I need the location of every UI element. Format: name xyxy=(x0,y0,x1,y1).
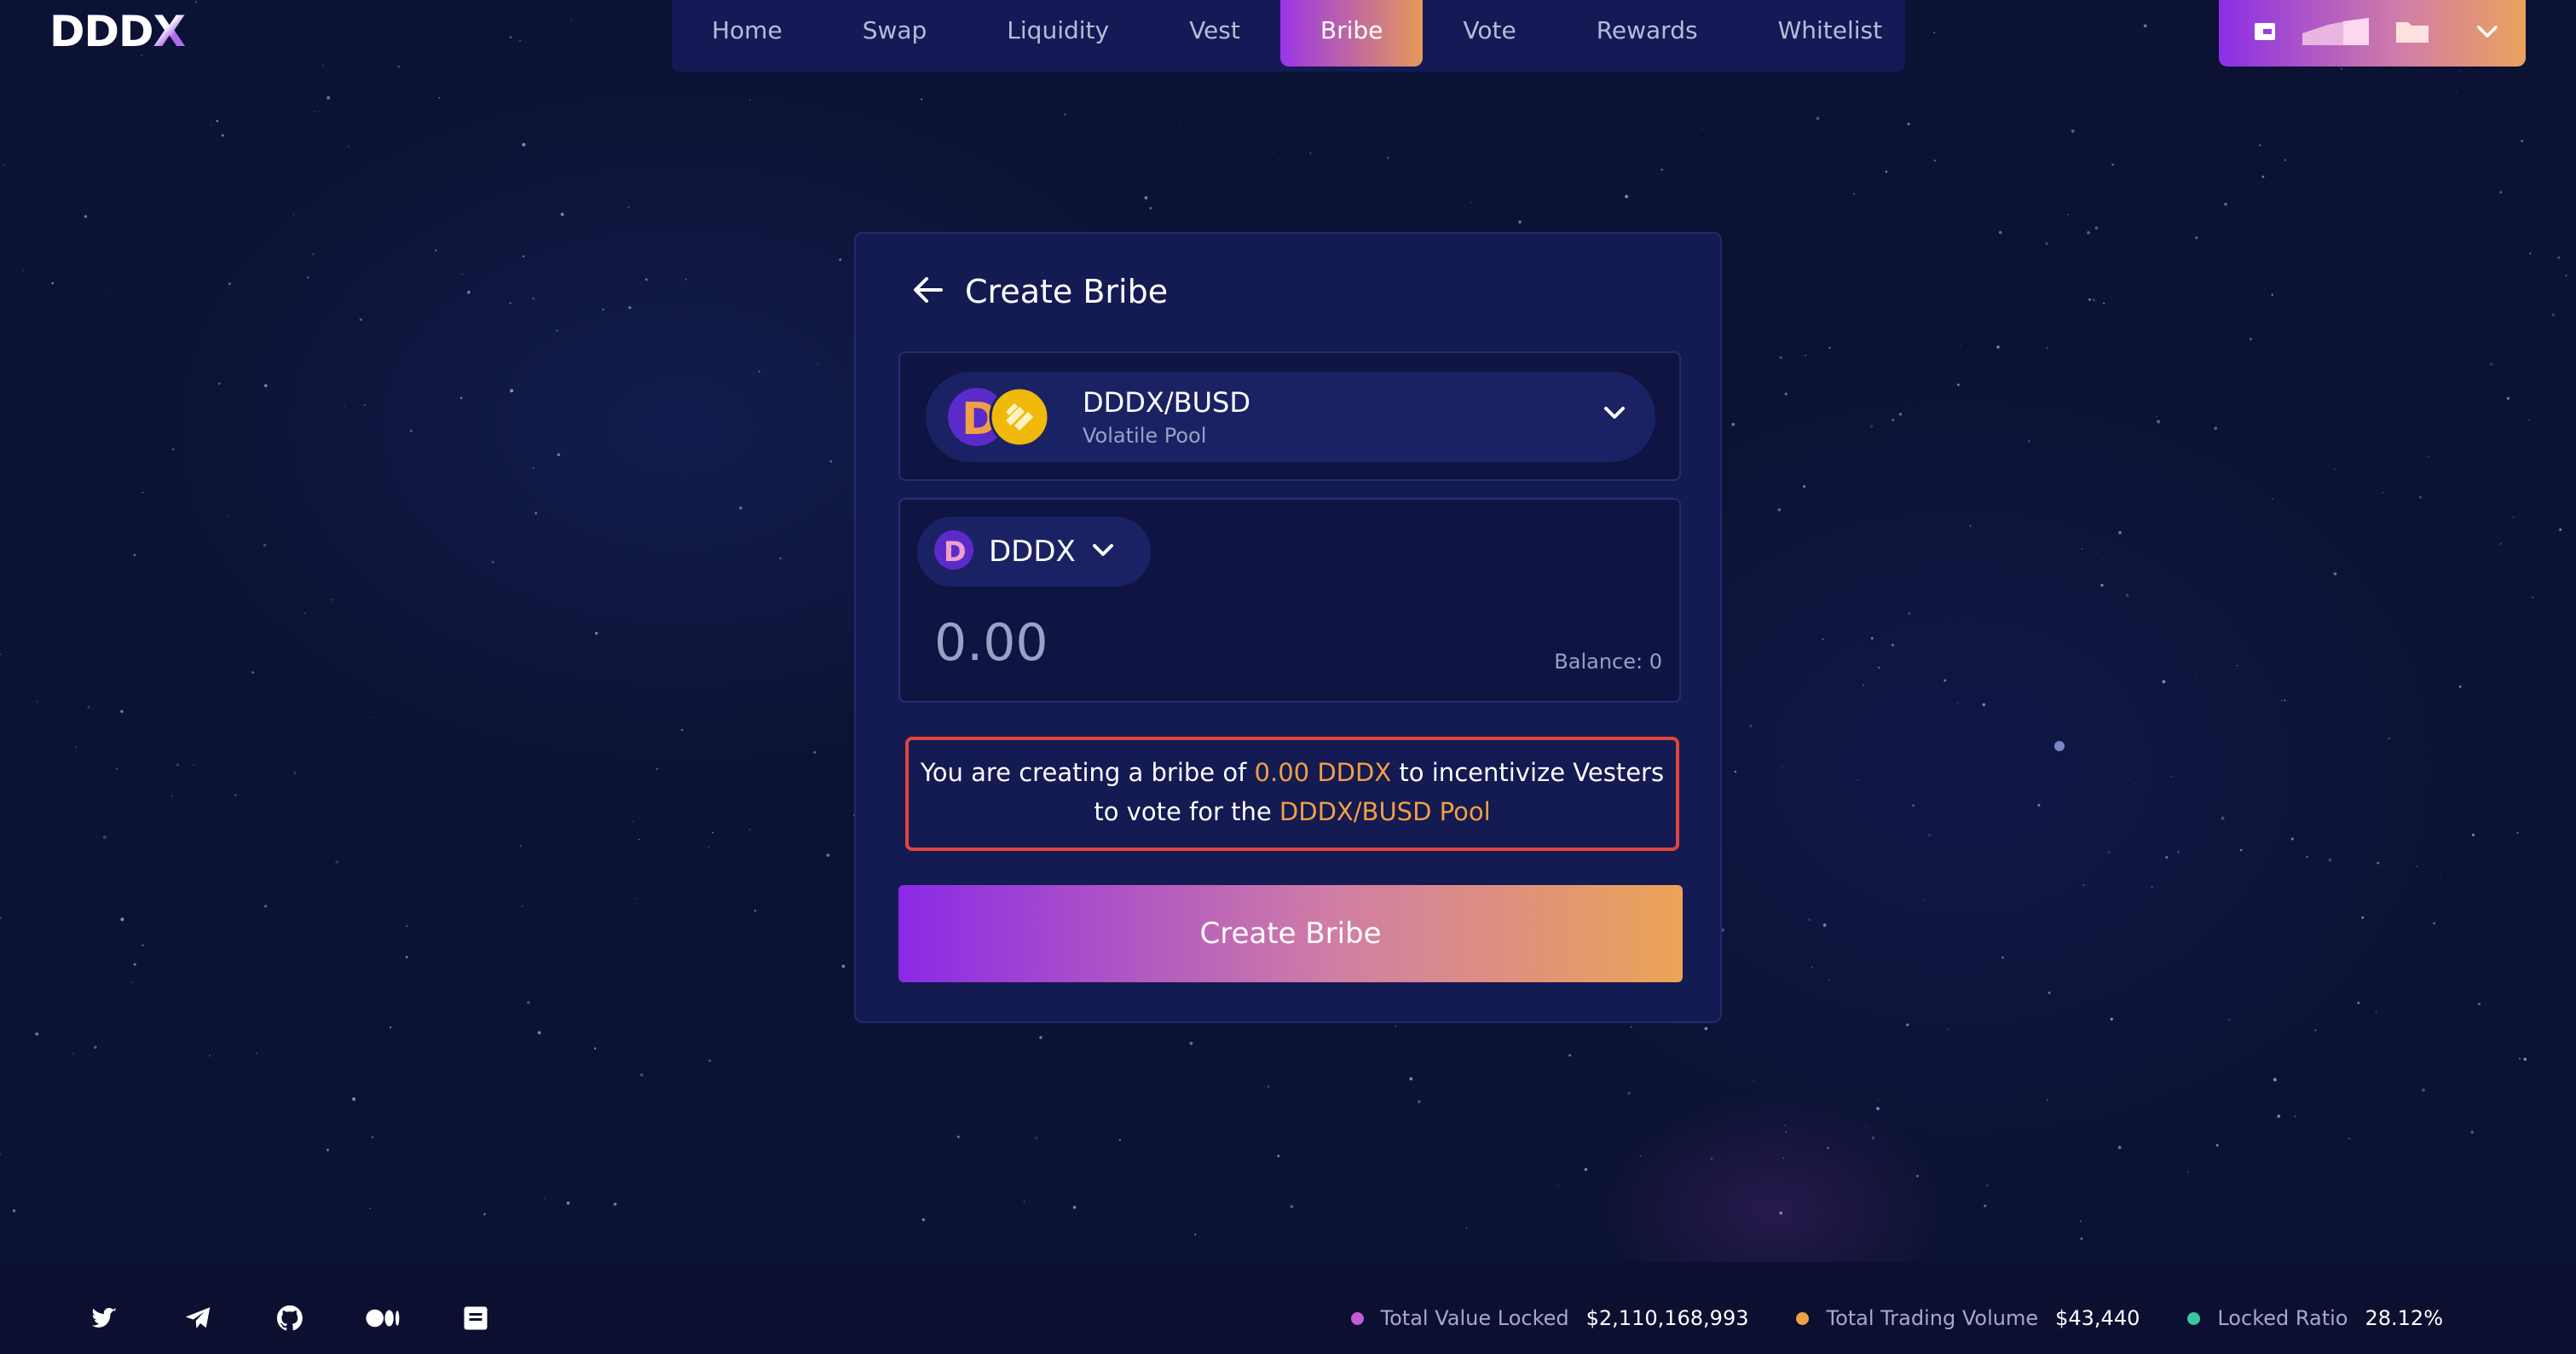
amount-box: D DDDX Balance: 0 xyxy=(898,498,1681,703)
medium-icon[interactable] xyxy=(365,1303,402,1334)
docs-icon[interactable] xyxy=(460,1303,491,1334)
telegram-icon[interactable] xyxy=(182,1303,213,1334)
folder-icon xyxy=(2394,19,2430,48)
nav-vote[interactable]: Vote xyxy=(1423,0,1556,67)
balance-text: Balance: 0 xyxy=(1554,650,1662,674)
stat-total-trading-volume: Total Trading Volume $43,440 xyxy=(1796,1306,2140,1330)
github-icon[interactable] xyxy=(274,1303,305,1334)
app-logo[interactable]: DDDX xyxy=(49,7,186,56)
notice-pool: DDDX/BUSD Pool xyxy=(1279,797,1491,826)
pool-info: DDDX/BUSD Volatile Pool xyxy=(1083,386,1250,448)
nav-rewards[interactable]: Rewards xyxy=(1557,0,1738,67)
back-arrow-icon[interactable] xyxy=(912,275,944,309)
status-dot xyxy=(1796,1311,1810,1325)
notice-amount: 0.00 DDDX xyxy=(1254,758,1392,787)
wallet-icon xyxy=(2253,19,2279,48)
stat-label: Total Value Locked xyxy=(1380,1306,1569,1330)
pool-type: Volatile Pool xyxy=(1083,424,1207,448)
create-bribe-button[interactable]: Create Bribe xyxy=(898,885,1683,982)
pool-name: DDDX/BUSD xyxy=(1083,386,1250,419)
stat-locked-ratio: Locked Ratio 28.12% xyxy=(2187,1306,2443,1330)
create-bribe-card: Create Bribe D DDDX/BUSD Volatile Pool D… xyxy=(854,232,1722,1023)
footer: Total Value Locked $2,110,168,993 Total … xyxy=(0,1262,2576,1354)
pool-selector-box: D DDDX/BUSD Volatile Pool xyxy=(898,351,1681,481)
token-selector[interactable]: D DDDX xyxy=(917,517,1151,587)
status-dot xyxy=(1350,1311,1364,1325)
pool-selector[interactable]: D DDDX/BUSD Volatile Pool xyxy=(926,372,1655,462)
nav-home[interactable]: Home xyxy=(672,0,823,67)
stat-value: 28.12% xyxy=(2365,1306,2443,1330)
svg-text:D: D xyxy=(944,535,967,568)
card-header: Create Bribe xyxy=(912,273,1168,310)
chevron-down-icon xyxy=(2476,24,2498,43)
nav-vest[interactable]: Vest xyxy=(1149,0,1280,67)
status-dot xyxy=(2187,1311,2201,1325)
chevron-down-icon xyxy=(1603,404,1626,425)
notice-prefix: You are creating a bribe of xyxy=(920,758,1255,787)
nav-whitelist[interactable]: Whitelist xyxy=(1738,0,1923,67)
dddx-token-icon: D xyxy=(934,530,973,573)
stat-label: Locked Ratio xyxy=(2217,1306,2348,1330)
stat-value: $2,110,168,993 xyxy=(1585,1306,1749,1330)
nav-liquidity[interactable]: Liquidity xyxy=(967,0,1149,67)
twitter-icon[interactable] xyxy=(89,1303,119,1334)
stat-label: Total Trading Volume xyxy=(1826,1306,2039,1330)
bribe-notice: You are creating a bribe of 0.00 DDDX to… xyxy=(905,737,1679,851)
amount-input[interactable] xyxy=(934,609,1360,677)
page-title: Create Bribe xyxy=(965,273,1169,310)
stats-bar: Total Value Locked $2,110,168,993 Total … xyxy=(1303,1306,2443,1330)
pool-token-icons: D xyxy=(946,386,1052,448)
stat-value: $43,440 xyxy=(2055,1306,2140,1330)
chart-icon xyxy=(2302,16,2371,50)
main-nav: Home Swap Liquidity Vest Bribe Vote Rewa… xyxy=(672,0,1905,72)
chevron-down-icon xyxy=(1091,541,1115,562)
nav-bribe[interactable]: Bribe xyxy=(1279,0,1424,67)
stat-total-value-locked: Total Value Locked $2,110,168,993 xyxy=(1350,1306,1749,1330)
token-symbol: DDDX xyxy=(989,535,1076,569)
nav-swap[interactable]: Swap xyxy=(823,0,967,67)
wallet-button[interactable] xyxy=(2219,0,2526,67)
